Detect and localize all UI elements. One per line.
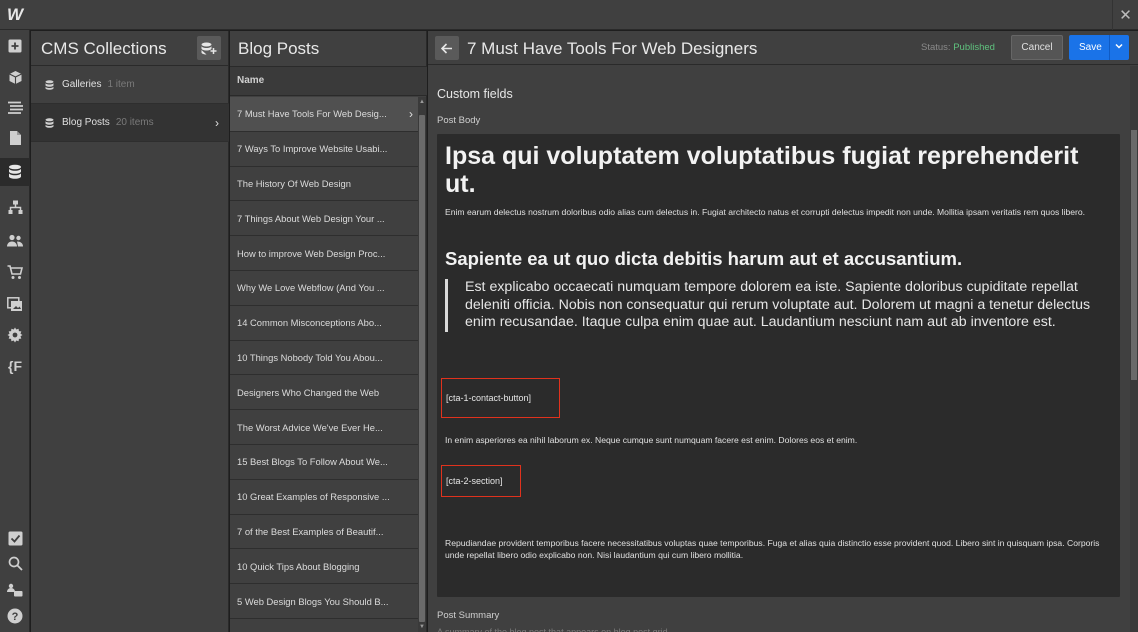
scroll-thumb[interactable] xyxy=(1131,130,1137,380)
list-item[interactable]: 7 Must Have Tools For Web Desig... › xyxy=(230,97,419,132)
box-icon[interactable] xyxy=(0,63,30,91)
collaborators-icon[interactable] xyxy=(0,576,30,604)
list-item[interactable]: 14 Common Misconceptions Abo... xyxy=(230,306,419,341)
list-item[interactable]: 15 Best Blogs To Follow About We... xyxy=(230,445,419,480)
blog-posts-panel: Blog Posts Name 7 Must Have Tools For We… xyxy=(230,31,427,632)
cms-database-icon[interactable] xyxy=(0,158,30,186)
list-item[interactable]: 7 Things About Web Design Your ... xyxy=(230,201,419,237)
list-item[interactable]: 10 Things Nobody Told You Abou... xyxy=(230,341,419,376)
list-item[interactable]: How to improve Web Design Proc... xyxy=(230,236,419,271)
checklist-icon[interactable] xyxy=(0,524,30,552)
post-list-scrollbar[interactable]: ▲ ▼ xyxy=(418,97,426,632)
post-summary-help-text: A summary of the blog post that appears … xyxy=(437,627,668,632)
list-item[interactable]: The History Of Web Design xyxy=(230,167,419,202)
back-button[interactable] xyxy=(435,36,459,60)
chevron-down-icon[interactable] xyxy=(1114,41,1124,54)
list-item[interactable]: 7 of the Best Examples of Beautif... xyxy=(230,515,419,550)
item-title: 7 Must Have Tools For Web Designers xyxy=(467,39,758,58)
navigator-icon[interactable] xyxy=(0,93,30,121)
body-heading-2[interactable]: Sapiente ea ut quo dicta debitis harum a… xyxy=(445,248,962,270)
save-button[interactable]: Save xyxy=(1069,35,1129,60)
arrow-left-icon xyxy=(441,42,452,54)
list-item[interactable]: 7 Ways To Improve Website Usabi... xyxy=(230,132,419,167)
search-icon[interactable] xyxy=(0,549,30,577)
editor-scrollbar[interactable] xyxy=(1130,66,1138,632)
logic-flow-icon[interactable] xyxy=(0,193,30,221)
settings-gear-icon[interactable] xyxy=(0,321,30,349)
collection-item-galleries[interactable]: Galleries 1 item xyxy=(31,66,229,104)
list-item[interactable]: 5 Web Design Blogs You Should B... xyxy=(230,584,419,619)
scroll-up-icon[interactable]: ▲ xyxy=(418,99,426,105)
field-label-post-summary: Post Summary xyxy=(437,610,500,621)
chevron-right-icon: › xyxy=(215,116,219,130)
svg-text:?: ? xyxy=(12,611,19,623)
panel-title: Blog Posts xyxy=(238,39,320,58)
column-header-name[interactable]: Name xyxy=(230,66,427,96)
collection-count: 20 items xyxy=(115,117,154,128)
assets-icon[interactable] xyxy=(0,290,30,318)
database-icon xyxy=(45,79,54,90)
body-paragraph[interactable]: In enim asperiores ea nihil laborum ex. … xyxy=(445,435,857,445)
collection-item-blog-posts[interactable]: Blog Posts 20 items › xyxy=(31,104,229,142)
body-paragraph[interactable]: Enim earum delectus nostrum doloribus od… xyxy=(445,207,1105,218)
cms-collections-panel: CMS Collections Galleries 1 item Blog Po… xyxy=(31,31,229,632)
list-item[interactable]: 10 Quick Tips About Blogging xyxy=(230,549,419,585)
post-list: 7 Must Have Tools For Web Desig... › 7 Wa… xyxy=(230,97,419,619)
editor-header: 7 Must Have Tools For Web Designers Stat… xyxy=(428,31,1138,65)
body-blockquote[interactable]: Est explicabo occaecati numquam tempore … xyxy=(445,279,1105,332)
pages-icon[interactable] xyxy=(0,124,30,152)
ecommerce-cart-icon[interactable] xyxy=(0,258,30,286)
custom-code-icon[interactable]: {F xyxy=(0,352,30,380)
help-icon[interactable]: ? xyxy=(0,602,30,630)
list-item[interactable]: The Worst Advice We've Ever He... xyxy=(230,410,419,445)
top-bar: W ✕ xyxy=(0,0,1138,30)
body-paragraph[interactable]: Repudiandae provident temporibus facere … xyxy=(445,538,1115,561)
add-icon[interactable] xyxy=(0,32,30,60)
add-collection-button[interactable] xyxy=(197,36,221,60)
cancel-button[interactable]: Cancel xyxy=(1011,35,1063,60)
post-body-rich-text-editor[interactable]: Ipsa qui voluptatem voluptatibus fugiat … xyxy=(437,134,1120,597)
section-heading: Custom fields xyxy=(437,87,513,101)
embed-cta-2-section[interactable]: [cta-2-section] xyxy=(441,465,521,497)
body-heading-1[interactable]: Ipsa qui voluptatem voluptatibus fugiat … xyxy=(445,142,1115,198)
database-icon xyxy=(45,117,54,128)
left-toolbar: {F ? xyxy=(0,30,30,632)
scroll-thumb[interactable] xyxy=(419,115,425,622)
chevron-right-icon: › xyxy=(409,107,413,121)
users-icon[interactable] xyxy=(0,226,30,254)
list-item[interactable]: Why We Love Webflow (And You ... xyxy=(230,271,419,306)
collection-name: Galleries xyxy=(62,79,102,90)
embed-cta-1-contact-button[interactable]: [cta-1-contact-button] xyxy=(441,378,560,418)
scroll-down-icon[interactable]: ▼ xyxy=(418,624,426,630)
collection-name: Blog Posts xyxy=(62,117,110,128)
collection-count: 1 item xyxy=(107,79,135,90)
panel-title: CMS Collections xyxy=(41,39,167,58)
item-editor: 7 Must Have Tools For Web Designers Stat… xyxy=(428,31,1138,632)
status-badge: Status: Published xyxy=(921,42,995,53)
webflow-logo[interactable]: W xyxy=(0,0,30,30)
list-item[interactable]: 10 Great Examples of Responsive ... xyxy=(230,480,419,515)
field-label-post-body: Post Body xyxy=(437,115,481,126)
close-icon[interactable]: ✕ xyxy=(1112,0,1138,30)
list-item[interactable]: Designers Who Changed the Web xyxy=(230,375,419,411)
